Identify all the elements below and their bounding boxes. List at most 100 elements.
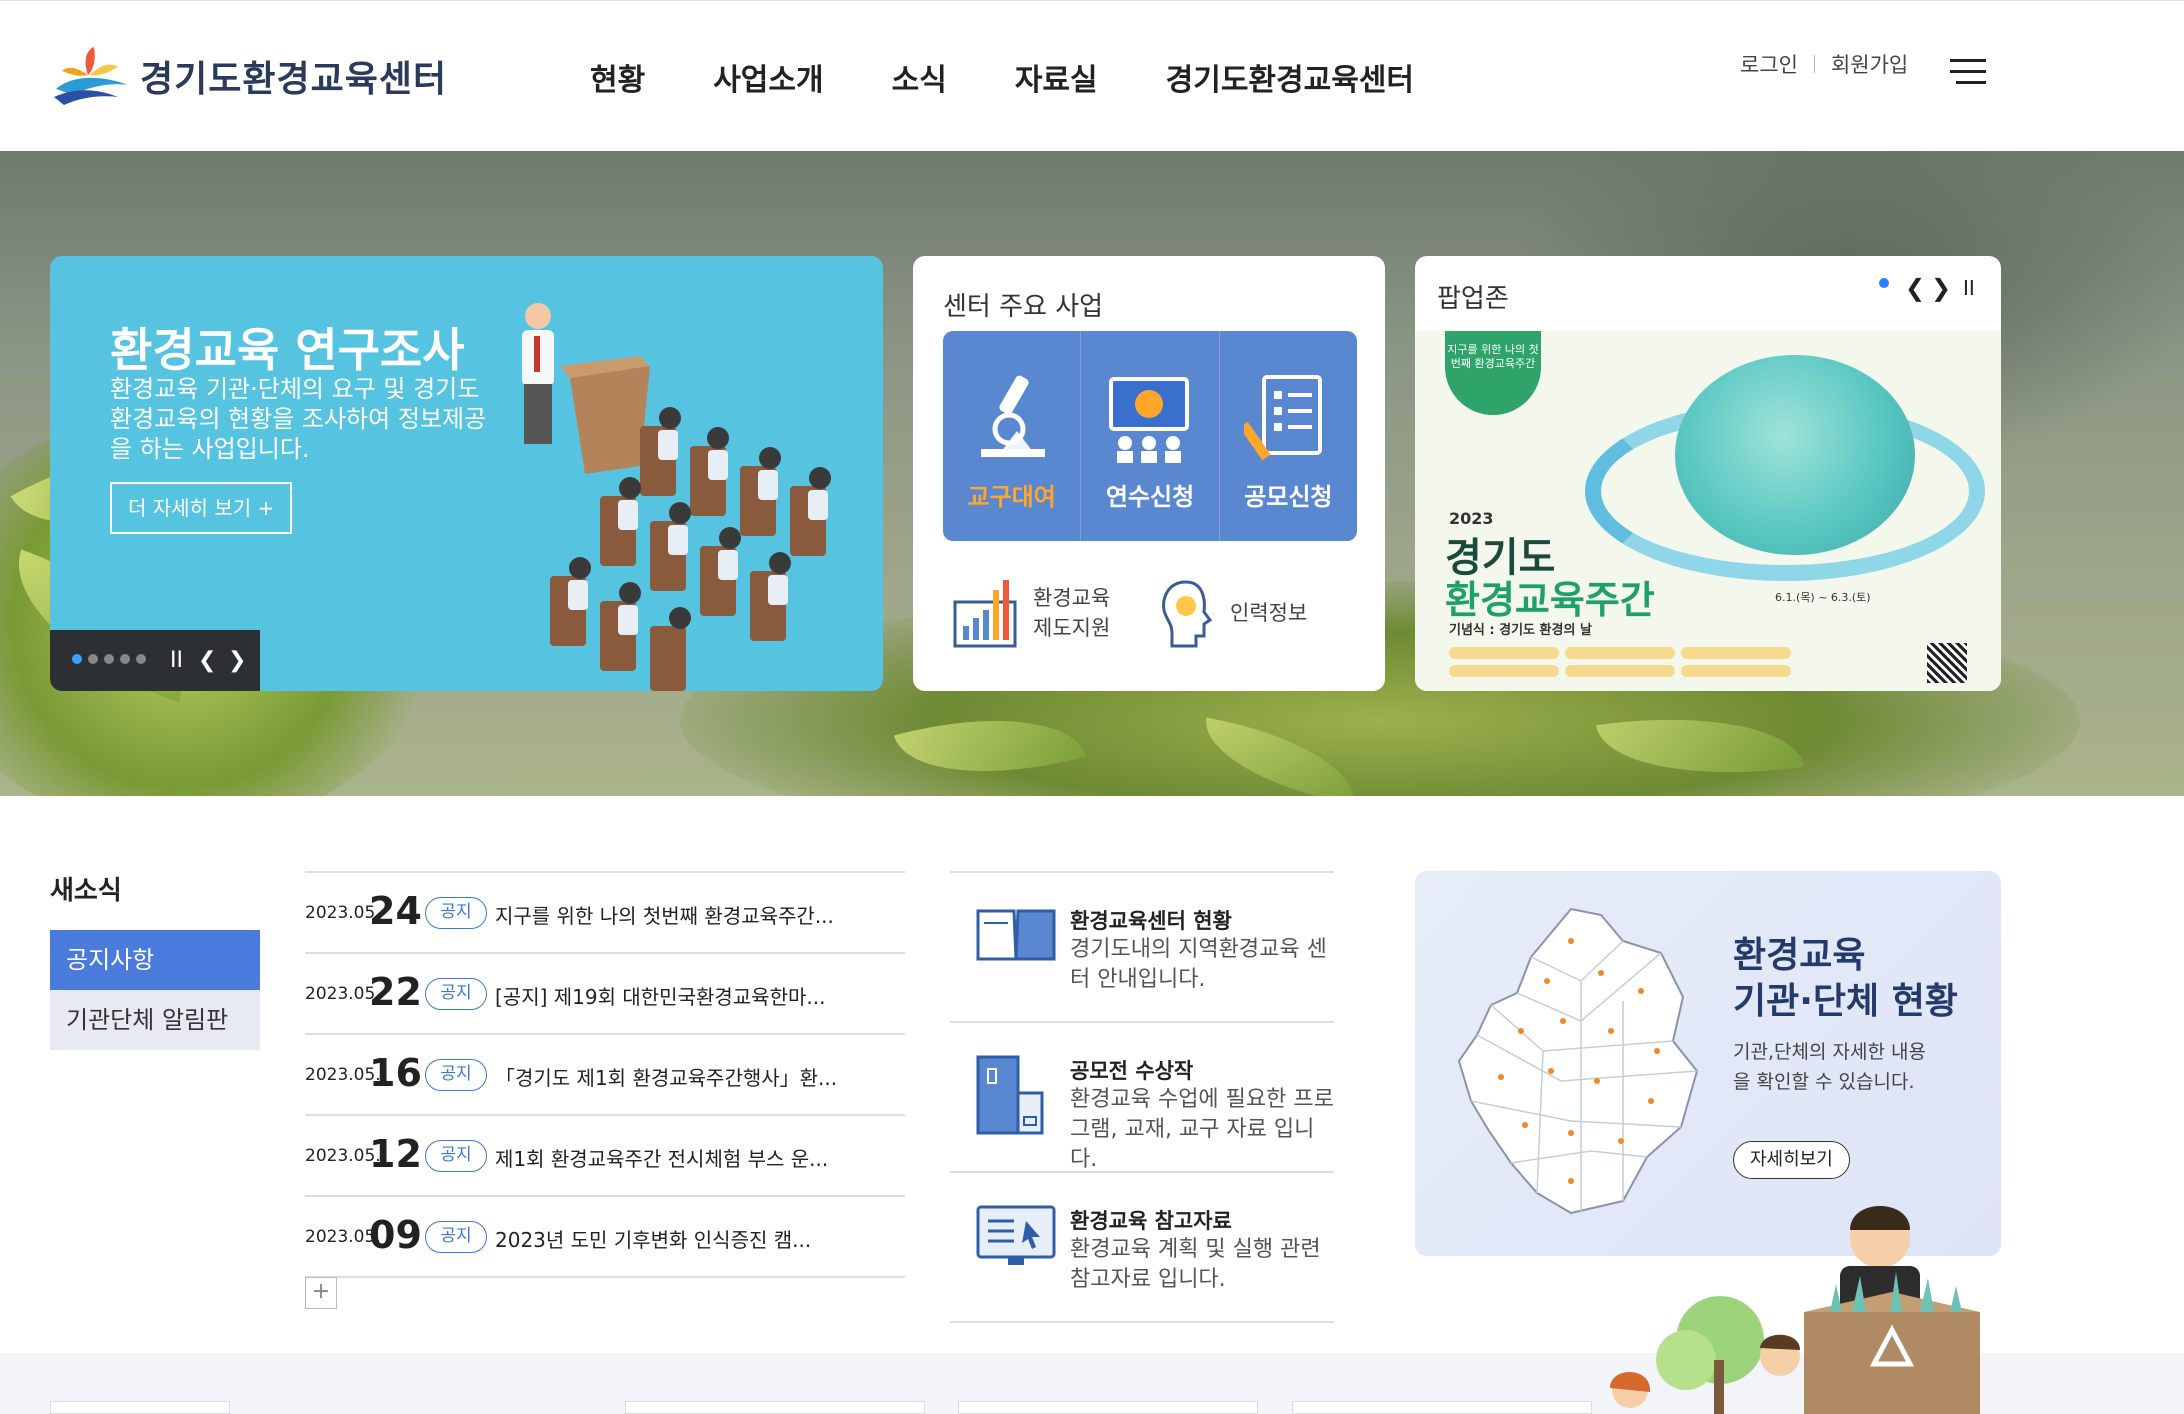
list-item[interactable]: 2023.05. 16 공지 「경기도 제1회 환경교육주간행사」환... <box>305 1033 905 1114</box>
footer-banner[interactable] <box>625 1401 925 1414</box>
notice-badge: 공지 <box>425 978 487 1010</box>
book-icon <box>976 909 1056 961</box>
checklist-icon <box>1243 375 1322 461</box>
nav-item-business[interactable]: 사업소개 <box>713 55 823 99</box>
news-title[interactable]: 「경기도 제1회 환경교육주간행사」환... <box>495 1062 837 1091</box>
divider <box>305 1276 905 1278</box>
research-slide-card[interactable]: 환경교육 연구조사 환경교육 기관·단체의 요구 및 경기도환경교육의 현황을 … <box>50 256 883 691</box>
manpower-info-label: 인력정보 <box>1230 601 1308 625</box>
more-news-button[interactable]: + <box>305 1277 337 1309</box>
news-day: 24 <box>369 889 422 933</box>
footer-banner[interactable] <box>958 1401 1258 1414</box>
popup-poster[interactable]: 지구를 위한 나의 첫번째 환경교육주간 2023 경기도 환경교육주간 6.1… <box>1415 331 2001 691</box>
popup-zone-card: 팝업존 ❮ ❯ II 지구를 위한 나의 첫번째 환경교육주간 2023 경기도… <box>1415 256 2001 691</box>
footer-banner[interactable] <box>1292 1401 1592 1414</box>
info-links: 환경교육센터 현황 경기도내의 지역환경교육 센터 안내입니다. 공모전 수상작… <box>950 871 1334 1323</box>
org-status-title: 환경교육 기관·단체 현황 <box>1733 933 1958 1025</box>
more-button[interactable]: 더 자세히 보기 + <box>110 482 293 534</box>
biz-label-contest: 공모신청 <box>1244 483 1333 511</box>
list-item[interactable]: 2023.05. 24 공지 지구를 위한 나의 첫번째 환경교육주간... <box>305 871 905 952</box>
research-title: 환경교육 연구조사 <box>110 323 465 377</box>
list-item[interactable]: 2023.05. 22 공지 [공지] 제19회 대한민국환경교육한마... <box>305 952 905 1033</box>
footer-control[interactable] <box>50 1401 230 1414</box>
qr-code-icon <box>1927 643 1967 683</box>
news-section-title: 새소식 <box>50 876 122 906</box>
list-item[interactable]: 2023.05. 09 공지 2023년 도민 기후변화 인식증진 캠... <box>305 1195 905 1276</box>
equipment-rental-button[interactable]: 교구대여 <box>943 331 1082 541</box>
system-support-label: 환경교육 제도지원 <box>1033 583 1110 643</box>
poster-program-list <box>1449 647 1809 677</box>
list-item[interactable]: 2023.05. 12 공지 제1회 환경교육주간 전시체험 부스 운... <box>305 1114 905 1195</box>
util-links: 로그인 회원가입 <box>1740 49 1908 79</box>
system-support-link[interactable]: 환경교육 제도지원 <box>951 576 1110 650</box>
biz-label-training: 연수신청 <box>1105 483 1195 511</box>
popup-dot[interactable] <box>1879 278 1889 288</box>
nav-item-center[interactable]: 경기도환경교육센터 <box>1166 55 1414 99</box>
popup-prev-icon[interactable]: ❮ <box>1905 274 1925 302</box>
cabinet-icon <box>976 1055 1044 1135</box>
gyeonggi-map-icon <box>1457 907 1699 1215</box>
nav-item-library[interactable]: 자료실 <box>1015 55 1098 99</box>
business-title: 센터 주요 사업 <box>943 292 1104 322</box>
view-detail-button[interactable]: 자세히보기 <box>1733 1141 1850 1179</box>
org-status-title-line2: 기관·단체 현황 <box>1733 981 1958 1022</box>
chart-growth-icon <box>953 580 1017 648</box>
poster-badge: 지구를 위한 나의 첫번째 환경교육주간 <box>1445 331 1541 415</box>
news-title[interactable]: 2023년 도민 기후변화 인식증진 캠... <box>495 1224 811 1253</box>
training-apply-button[interactable]: 연수신청 <box>1081 331 1220 541</box>
poster-subtitle: 기념식 : 경기도 환경의 날 <box>1449 623 1592 638</box>
contest-apply-button[interactable]: 공모신청 <box>1220 331 1357 541</box>
biz-label-rental: 교구대여 <box>967 483 1056 511</box>
nav-item-news[interactable]: 소식 <box>892 55 947 99</box>
center-business-card: 센터 주요 사업 교구대여 연수신청 공모신청 환경교육 제도지원 인력정보 <box>913 256 1385 691</box>
notice-badge: 공지 <box>425 897 487 929</box>
org-status-title-line1: 환경교육 <box>1733 935 1866 976</box>
news-day: 22 <box>369 970 422 1014</box>
lecture-illustration-icon <box>522 303 831 691</box>
login-link[interactable]: 로그인 <box>1740 49 1798 79</box>
tab-notice[interactable]: 공지사항 <box>50 930 260 990</box>
news-list: 2023.05. 24 공지 지구를 위한 나의 첫번째 환경교육주간... 2… <box>305 871 905 1278</box>
slide-dot[interactable] <box>72 654 82 664</box>
slide-dot[interactable] <box>104 654 114 664</box>
notice-badge: 공지 <box>425 1221 487 1253</box>
news-title[interactable]: [공지] 제19회 대한민국환경교육한마... <box>495 981 825 1010</box>
nav-item-status[interactable]: 현황 <box>590 55 645 99</box>
research-desc: 환경교육 기관·단체의 요구 및 경기도환경교육의 현황을 조사하여 정보제공을… <box>110 375 487 463</box>
main-nav: 현황 사업소개 소식 자료실 경기도환경교육센터 <box>590 55 1482 99</box>
notice-badge: 공지 <box>425 1140 487 1172</box>
news-tabs: 공지사항 기관단체 알림판 <box>50 930 260 1050</box>
reference-material-link[interactable]: 환경교육 참고자료 환경교육 계획 및 실행 관련 참고자료 입니다. <box>950 1171 1334 1321</box>
info-desc: 경기도내의 지역환경교육 센터 안내입니다. <box>1070 937 1327 992</box>
slide-dot[interactable] <box>136 654 146 664</box>
prev-arrow-icon[interactable]: ❮ <box>198 648 216 673</box>
logo-text: 경기도환경교육센터 <box>140 59 448 100</box>
center-status-link[interactable]: 환경교육센터 현황 경기도내의 지역환경교육 센터 안내입니다. <box>950 871 1334 1021</box>
system-support-line2: 제도지원 <box>1033 616 1111 640</box>
info-title: 공모전 수상작 <box>1070 1059 1194 1083</box>
poster-line2: 환경교육주간 <box>1445 578 1655 622</box>
system-support-line1: 환경교육 <box>1033 586 1111 610</box>
recycling-kids-illustration-icon <box>1610 1206 1980 1414</box>
logo-mark-icon <box>54 47 128 105</box>
slide-dot[interactable] <box>120 654 130 664</box>
signup-link[interactable]: 회원가입 <box>1831 49 1908 79</box>
lightbulb-head-icon <box>1162 580 1213 648</box>
pause-icon[interactable]: II <box>170 648 183 673</box>
news-title[interactable]: 지구를 위한 나의 첫번째 환경교육주간... <box>495 900 834 929</box>
popup-next-icon[interactable]: ❯ <box>1931 274 1951 302</box>
tab-org-board[interactable]: 기관단체 알림판 <box>50 990 260 1050</box>
news-title[interactable]: 제1회 환경교육주간 전시체험 부스 운... <box>495 1143 828 1172</box>
poster-dates: 6.1.(목) ~ 6.3.(토) <box>1775 591 1871 604</box>
slide-dot[interactable] <box>88 654 98 664</box>
divider <box>950 1321 1334 1323</box>
menu-icon[interactable] <box>1950 59 1986 85</box>
popup-pause-icon[interactable]: II <box>1963 276 1975 300</box>
popup-title: 팝업존 <box>1437 284 1509 314</box>
news-day: 12 <box>369 1132 422 1176</box>
manpower-info-link[interactable]: 인력정보 <box>1156 576 1307 650</box>
contest-winners-link[interactable]: 공모전 수상작 환경교육 수업에 필요한 프로그램, 교재, 교구 자료 입니다… <box>950 1021 1334 1172</box>
site-logo[interactable]: 경기도환경교육센터 <box>52 45 447 107</box>
next-arrow-icon[interactable]: ❯ <box>228 648 246 673</box>
info-title: 환경교육 참고자료 <box>1070 1209 1232 1233</box>
